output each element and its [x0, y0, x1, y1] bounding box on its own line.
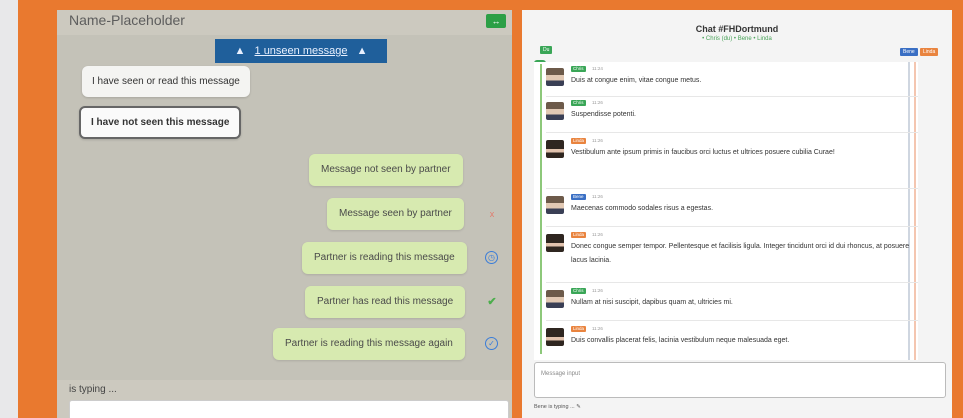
timestamp: 11:24 [592, 66, 603, 71]
timestamp: 11:26 [592, 194, 603, 199]
message-text: Duis convallis placerat felis, lacinia v… [571, 337, 790, 344]
divider [546, 282, 918, 283]
typing-indicator: Bene is typing ... ✎ [534, 404, 581, 410]
message-input[interactable] [69, 400, 509, 418]
author-badge: Linda [571, 232, 587, 238]
divider [546, 96, 918, 97]
reading-icon: ◷ [485, 251, 498, 264]
list-item: Linda 11:26 Duis convallis placerat feli… [546, 326, 918, 354]
divider [546, 320, 918, 321]
contact-name: Name-Placeholder [69, 12, 185, 28]
author-badge: Chris [571, 100, 586, 106]
typing-indicator: is typing ... [69, 384, 117, 395]
message-text: Duis at congue enim, vitae congue metus. [571, 77, 702, 84]
timestamp: 11:26 [592, 138, 603, 143]
avatar [546, 290, 564, 308]
participant-tag: Bene [900, 48, 918, 56]
expand-button[interactable]: ↔ [486, 14, 506, 28]
unseen-label: 1 unseen message [254, 45, 348, 57]
avatar [546, 102, 564, 120]
check-icon: ✔ [487, 296, 497, 308]
avatar [546, 196, 564, 214]
avatar [546, 234, 564, 252]
author-badge: Linda [571, 138, 587, 144]
list-item: Chris 11:26 Nullam at nisi suscipit, dap… [546, 288, 918, 316]
frame-border [18, 0, 21, 418]
list-item: Bene 11:26 Maecenas commodo sodales risu… [546, 194, 918, 222]
timestamp: 11:26 [592, 232, 603, 237]
message-list[interactable]: Chris 11:24 Duis at congue enim, vitae c… [534, 62, 918, 360]
outgoing-message: Partner is reading this message again [273, 328, 465, 360]
avatar [546, 328, 564, 346]
incoming-message: I have seen or read this message [82, 66, 250, 97]
arrow-up-icon: ▲ [234, 45, 246, 57]
author-badge: Chris [571, 66, 586, 72]
incoming-message-unseen: I have not seen this message [79, 106, 242, 139]
list-item: Chris 11:26 Suspendisse potenti. [546, 100, 918, 128]
chat-title: Chat #FHDortmund [695, 24, 779, 34]
message-text: Nullam at nisi suscipit, dapibus quam at… [571, 299, 733, 306]
timestamp: 11:26 [592, 288, 603, 293]
arrow-up-icon: ▲ [356, 45, 368, 57]
author-badge: Linda [571, 326, 587, 332]
message-text: Vestibulum ante ipsum primis in faucibus… [571, 149, 835, 156]
participant-tag: Du [540, 46, 553, 54]
avatar [546, 68, 564, 86]
left-chat-panel: Name-Placeholder ↔ ▲ 1 unseen message ▲ … [57, 10, 512, 418]
unseen-messages-banner[interactable]: ▲ 1 unseen message ▲ [215, 39, 387, 63]
list-item: Linda 11:26 Donec congue semper tempor. … [546, 232, 918, 278]
outgoing-message: Partner has read this message [305, 286, 466, 318]
list-item: Linda 11:26 Vestibulum ante ipsum primis… [546, 138, 918, 184]
participants: • Chris (du) • Bene • Linda [702, 36, 772, 42]
divider [546, 226, 918, 227]
message-input[interactable]: Message input [534, 362, 946, 398]
message-text: Donec congue semper tempor. Pellentesque… [571, 243, 910, 264]
author-badge: Chris [571, 288, 586, 294]
outgoing-message: Message not seen by partner [309, 154, 463, 186]
outgoing-message: Partner is reading this message [302, 242, 467, 274]
input-placeholder: Message input [541, 371, 581, 377]
outgoing-message: Message seen by partner [327, 198, 464, 230]
message-text: Maecenas commodo sodales risus a egestas… [571, 205, 714, 212]
left-gutter [0, 0, 18, 418]
message-text: Suspendisse potenti. [571, 111, 636, 118]
timestamp: 11:26 [592, 326, 603, 331]
left-header: Name-Placeholder ↔ [57, 10, 512, 35]
right-chat-panel: Chat #FHDortmund • Chris (du) • Bene • L… [522, 10, 952, 418]
read-marker [540, 64, 542, 354]
author-badge: Bene [571, 194, 586, 200]
avatar [546, 140, 564, 158]
reading-again-icon: ✓ [485, 337, 498, 350]
divider [546, 188, 918, 189]
list-item: Chris 11:24 Duis at congue enim, vitae c… [546, 66, 918, 94]
divider [546, 132, 918, 133]
participant-tag: Linda [920, 48, 939, 56]
timestamp: 11:26 [592, 100, 603, 105]
seen-x-icon: x [489, 209, 495, 219]
